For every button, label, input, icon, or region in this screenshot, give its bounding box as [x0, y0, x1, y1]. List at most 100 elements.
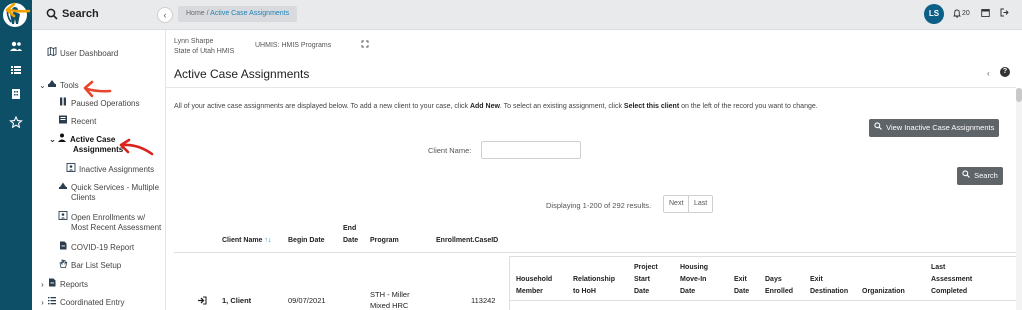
cell-begin-date: 09/07/2021 — [288, 296, 326, 305]
header-label: Destination — [810, 288, 849, 295]
subcolumn-relationship: Relationship to HoH — [573, 275, 615, 297]
header-label: to HoH — [573, 288, 596, 295]
subcolumn-project-start: Project Start Date — [634, 263, 658, 297]
calendar-icon[interactable] — [981, 8, 990, 19]
search-button[interactable]: Search — [957, 167, 1003, 185]
notification-count: 20 — [962, 10, 970, 17]
expand-icon[interactable] — [361, 40, 369, 50]
chevron-left-icon: ‹ — [163, 10, 167, 20]
chevron-right-icon: › — [41, 280, 44, 289]
cell-client-name[interactable]: 1, Client — [222, 296, 251, 306]
button-label: Search — [974, 171, 998, 180]
intro-part: on the left of the record you want to ch… — [679, 103, 818, 110]
results-count: Displaying 1-200 of 292 results. — [546, 201, 652, 210]
header-label: Household — [516, 276, 553, 283]
chevron-down-icon: ⌄ — [39, 81, 46, 90]
breadcrumb: Home / Active Case Assignments — [178, 6, 298, 22]
subcolumn-exit-destination: Exit Destination — [810, 275, 848, 297]
column-header-program: Program — [370, 237, 399, 244]
client-name-input[interactable] — [481, 141, 581, 159]
quick-services-icon — [58, 181, 68, 193]
list-icon — [47, 296, 57, 308]
sidebar-item-coordinated-entry[interactable]: › Coordinated Entry — [39, 296, 124, 308]
last-button[interactable]: Last — [688, 195, 714, 213]
building-icon[interactable] — [9, 88, 23, 100]
sidebar-item-active-case-assignments[interactable]: ⌄ Active Case — [49, 133, 115, 145]
sidebar-item-label: User Dashboard — [60, 49, 119, 58]
column-header-case-id: Enrollment.CaseID — [436, 237, 499, 244]
page-title: Active Case Assignments — [174, 67, 310, 81]
header-label: Date — [734, 288, 750, 295]
sidebar-item-label-line2: Assignments — [73, 145, 124, 154]
sidebar-item-tools[interactable]: ⌄ Tools — [39, 79, 79, 91]
chevron-right-icon: › — [41, 298, 44, 307]
sidebar-item-quick-services[interactable]: Quick Services - Multiple — [58, 181, 159, 193]
header-label: Exit — [810, 276, 823, 283]
view-inactive-button[interactable]: View Inactive Case Assignments — [869, 119, 1000, 137]
breadcrumb-current: Active Case Assignments — [210, 10, 290, 17]
sidebar-item-label: Paused Operations — [71, 99, 140, 108]
sidebar-item-label-line2: Clients — [71, 193, 96, 202]
sidebar-item-label: Coordinated Entry — [60, 298, 125, 307]
sidebar-item-label: Open Enrollments w/ — [71, 213, 146, 222]
sidebar-item-label: COVID-19 Report — [71, 243, 135, 252]
sidebar-item-label: Bar List Setup — [71, 261, 122, 270]
sort-icon[interactable]: ↑↓ — [264, 237, 271, 244]
sidebar-item-label: Active Case — [70, 135, 116, 144]
scrollbar-track[interactable] — [1016, 88, 1022, 310]
sidebar-search[interactable]: Search — [32, 0, 166, 30]
sidebar-item-covid-report[interactable]: COVID-19 Report — [58, 241, 134, 253]
map-icon — [47, 46, 57, 59]
cell-case-id: 113242 — [471, 296, 496, 305]
tools-icon — [47, 79, 57, 91]
list-icon[interactable] — [9, 64, 23, 76]
select-client-icon[interactable] — [197, 296, 207, 307]
logout-icon[interactable] — [1000, 8, 1009, 19]
button-label: View Inactive Case Assignments — [886, 123, 995, 132]
intro-bold: Select this client — [623, 103, 680, 110]
header-label: Date — [680, 288, 696, 295]
sidebar-item-reports[interactable]: › Reports — [39, 278, 88, 290]
program-selector[interactable]: UHMIS: HMIS Programs — [255, 42, 331, 49]
breadcrumb-home[interactable]: Home — [186, 10, 205, 17]
cell-program-line2: Mixed HRC — [370, 301, 409, 310]
annotation-arrow-dark-red — [119, 138, 154, 156]
org-name: State of Utah HMIS — [174, 48, 235, 55]
pause-icon — [58, 97, 68, 109]
scrollbar-thumb[interactable] — [1016, 88, 1022, 102]
header-label: Date — [634, 288, 650, 295]
sidebar-item-recent[interactable]: Recent — [58, 115, 96, 127]
chevron-left-icon[interactable]: ‹ — [987, 69, 990, 78]
next-button[interactable]: Next — [663, 195, 690, 213]
help-icon[interactable]: ? — [1000, 67, 1010, 77]
user-card-icon — [66, 163, 76, 175]
avatar[interactable]: LS — [924, 4, 944, 24]
subcolumn-exit-date: Exit Date — [734, 275, 749, 297]
header-label: Project — [634, 264, 658, 271]
header-label: Days — [765, 276, 782, 283]
reports-icon — [47, 278, 57, 290]
header-label: Assessment — [931, 276, 973, 283]
sidebar-item-open-enrollments[interactable]: Open Enrollments w/ — [58, 211, 145, 223]
star-icon[interactable] — [9, 115, 23, 129]
app-rail — [0, 0, 32, 310]
sidebar-item-inactive-assignments[interactable]: Inactive Assignments — [66, 163, 154, 175]
header-label: Completed — [931, 288, 968, 295]
subcolumn-organization: Organization — [862, 288, 905, 295]
subtable-header-divider — [509, 300, 1017, 301]
sidebar-item-label: Reports — [60, 280, 89, 289]
sidebar-item-bar-list-setup[interactable]: Bar List Setup — [58, 259, 121, 271]
sidebar-item-label: Inactive Assignments — [79, 165, 155, 174]
recent-icon — [58, 115, 68, 127]
column-header-client-name[interactable]: Client Name ↑↓ — [222, 236, 271, 246]
header-label: Housing — [680, 264, 708, 271]
bell-icon[interactable] — [953, 9, 961, 20]
report-icon — [58, 241, 68, 253]
search-icon — [46, 8, 58, 22]
users-icon[interactable] — [9, 40, 23, 52]
sidebar-collapse-button[interactable]: ‹ — [157, 7, 173, 23]
sidebar-item-user-dashboard[interactable]: User Dashboard — [47, 46, 119, 59]
header-label: Client Name — [222, 237, 263, 244]
subcolumn-days-enrolled: Days Enrolled — [765, 275, 793, 297]
header-label: Move-In — [680, 276, 707, 283]
